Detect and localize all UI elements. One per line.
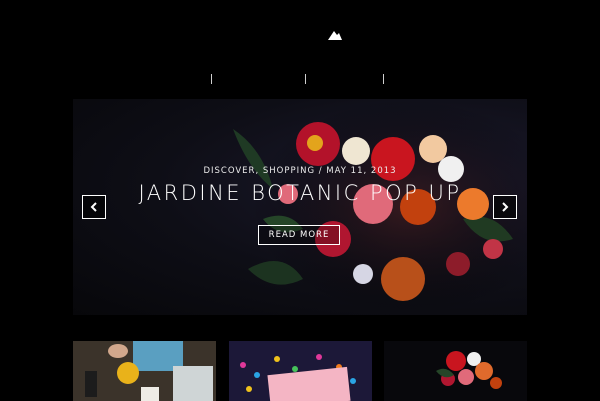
slide-meta[interactable]: DISCOVER, SHOPPING / MAY 11, 2013 xyxy=(73,166,527,176)
thumbnail-coffee[interactable] xyxy=(73,341,216,401)
chevron-right-icon xyxy=(502,202,509,212)
nav-separator xyxy=(383,74,384,84)
mountain-logo-icon[interactable] xyxy=(328,30,342,40)
thumbnail-image xyxy=(384,341,527,401)
slider-next-button[interactable] xyxy=(493,195,517,219)
thumbnail-image xyxy=(73,341,216,401)
featured-slider: DISCOVER, SHOPPING / MAY 11, 2013 JARDIN… xyxy=(73,99,527,315)
chevron-left-icon xyxy=(90,202,97,212)
thumbnail-confetti[interactable] xyxy=(229,341,372,401)
nav-separator xyxy=(211,74,212,84)
nav-separator xyxy=(305,74,306,84)
thumbnail-image xyxy=(229,341,372,401)
thumbnail-bouquet[interactable] xyxy=(384,341,527,401)
slide-image xyxy=(213,99,527,315)
read-more-button[interactable]: READ MORE xyxy=(258,225,340,245)
slider-prev-button[interactable] xyxy=(82,195,106,219)
slide-title[interactable]: JARDINE BOTANIC POP UP xyxy=(73,181,527,205)
